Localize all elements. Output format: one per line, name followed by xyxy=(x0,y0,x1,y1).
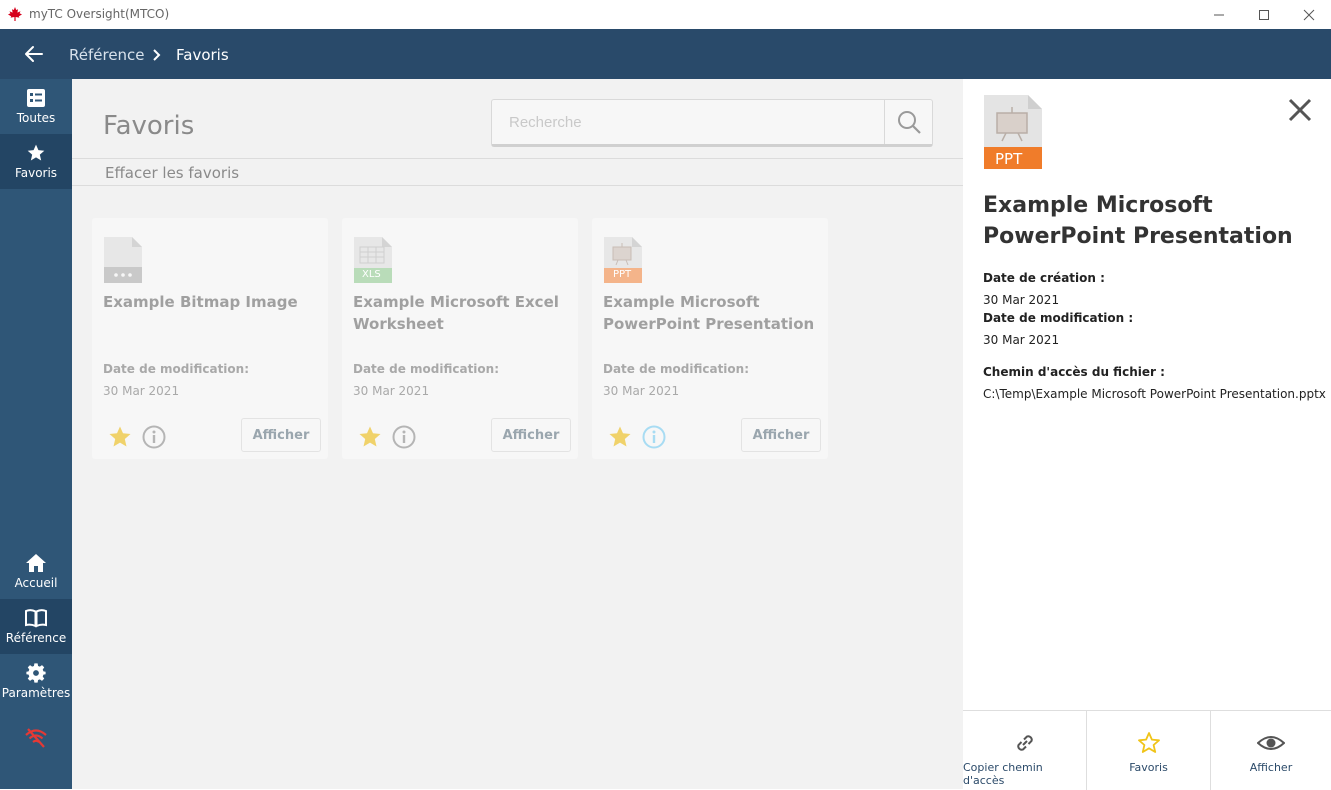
card-title: Example Microsoft Excel Worksheet xyxy=(353,293,559,333)
sidebar-item-accueil[interactable]: Accueil xyxy=(0,544,72,599)
card-title: Example Microsoft PowerPoint Presentatio… xyxy=(603,293,815,333)
list-icon xyxy=(27,89,45,107)
card-title: Example Bitmap Image xyxy=(103,293,298,311)
modified-value: 30 Mar 2021 xyxy=(983,333,1060,347)
details-panel: PPT Example Microsoft PowerPoint Present… xyxy=(963,79,1331,790)
search-box xyxy=(491,99,933,147)
sidebar-item-toutes[interactable]: Toutes xyxy=(0,79,72,134)
details-title: Example Microsoft PowerPoint Presentatio… xyxy=(983,193,1293,249)
file-type-label: XLS xyxy=(362,269,381,280)
close-window-button[interactable] xyxy=(1286,0,1331,29)
maximize-icon xyxy=(1259,9,1269,20)
home-icon xyxy=(26,554,46,572)
card-date-label: Date de modification: xyxy=(353,362,500,376)
sidebar-item-reference[interactable]: Référence xyxy=(0,599,72,654)
eye-icon xyxy=(1257,736,1285,750)
file-card[interactable]: Example Bitmap Image Date de modificatio… xyxy=(92,218,328,459)
card-date-label: Date de modification: xyxy=(103,362,250,376)
file-card[interactable]: PPT Example Microsoft PowerPoint Present… xyxy=(592,218,828,459)
favorite-star-icon[interactable] xyxy=(608,425,632,449)
breadcrumb-parent[interactable]: Référence xyxy=(69,46,145,64)
sidebar-item-label: Favoris xyxy=(14,166,58,180)
sidebar-item-favoris[interactable]: Favoris xyxy=(0,134,72,189)
info-icon[interactable] xyxy=(642,425,666,449)
card-date-value: 30 Mar 2021 xyxy=(603,384,680,398)
book-icon xyxy=(25,609,47,628)
sidebar-item-label: Toutes xyxy=(16,111,56,125)
sidebar-item-label: Accueil xyxy=(14,576,58,590)
info-icon[interactable] xyxy=(392,425,416,449)
close-icon xyxy=(1303,9,1315,20)
modified-label: Date de modification : xyxy=(983,311,1134,325)
close-icon[interactable] xyxy=(1287,97,1313,123)
action-label: Copier chemin d'accès xyxy=(963,761,1043,787)
path-label: Chemin d'accès du fichier : xyxy=(983,365,1165,379)
sidebar-item-label: Référence xyxy=(5,631,67,645)
breadcrumb-current: Favoris xyxy=(176,46,229,64)
view-file-button[interactable]: Afficher xyxy=(1211,711,1331,790)
favorite-star-icon[interactable] xyxy=(358,425,382,449)
file-card[interactable]: XLS Example Microsoft Excel Worksheet Da… xyxy=(342,218,578,459)
search-input[interactable] xyxy=(492,100,884,144)
minimize-button[interactable] xyxy=(1196,0,1242,29)
favorites-toolbar: Effacer les favoris xyxy=(72,158,963,186)
star-icon xyxy=(27,144,45,161)
chevron-right-icon xyxy=(153,49,161,61)
view-button[interactable]: Afficher xyxy=(741,418,821,452)
back-arrow-icon[interactable] xyxy=(22,42,46,66)
clear-favorites-button[interactable]: Effacer les favoris xyxy=(105,164,239,182)
maximize-button[interactable] xyxy=(1241,0,1287,29)
action-label: Favoris xyxy=(1129,761,1168,774)
favorite-button[interactable]: Favoris xyxy=(1087,711,1211,790)
created-label: Date de création : xyxy=(983,271,1105,285)
file-type-label: PPT xyxy=(995,150,1023,168)
card-date-value: 30 Mar 2021 xyxy=(103,384,180,398)
window-titlebar: myTC Oversight(MTCO) xyxy=(0,0,1331,29)
minimize-icon xyxy=(1214,14,1224,15)
view-button[interactable]: Afficher xyxy=(241,418,321,452)
created-value: 30 Mar 2021 xyxy=(983,293,1060,307)
sidebar-item-label: Paramètres xyxy=(1,686,71,700)
wifi-off-icon xyxy=(25,728,47,748)
search-icon xyxy=(897,111,921,134)
action-label: Afficher xyxy=(1249,761,1293,774)
details-actions: Copier chemin d'accès Favoris Afficher xyxy=(963,710,1331,790)
info-icon[interactable] xyxy=(142,425,166,449)
gear-icon xyxy=(26,663,46,683)
window-title: myTC Oversight(MTCO) xyxy=(29,7,170,21)
favorite-star-icon[interactable] xyxy=(108,425,132,449)
bitmap-file-icon xyxy=(104,237,142,283)
page-title: Favoris xyxy=(103,111,195,141)
star-outline-icon xyxy=(1137,732,1160,753)
copy-path-button[interactable]: Copier chemin d'accès xyxy=(963,711,1087,790)
file-type-label: PPT xyxy=(613,269,632,280)
card-date-label: Date de modification: xyxy=(603,362,750,376)
link-icon xyxy=(1016,735,1033,751)
view-button[interactable]: Afficher xyxy=(491,418,571,452)
card-date-value: 30 Mar 2021 xyxy=(353,384,430,398)
search-button[interactable] xyxy=(884,100,932,144)
path-value: C:\Temp\Example Microsoft PowerPoint Pre… xyxy=(983,387,1326,401)
top-navbar: Référence Favoris xyxy=(0,29,1331,79)
maple-leaf-icon xyxy=(8,7,22,21)
sidebar: Toutes Favoris Accueil Référence Paramèt… xyxy=(0,79,72,789)
main-content: Favoris Effacer les favoris Example Bitm… xyxy=(72,79,963,789)
sidebar-item-parametres[interactable]: Paramètres xyxy=(0,654,72,709)
